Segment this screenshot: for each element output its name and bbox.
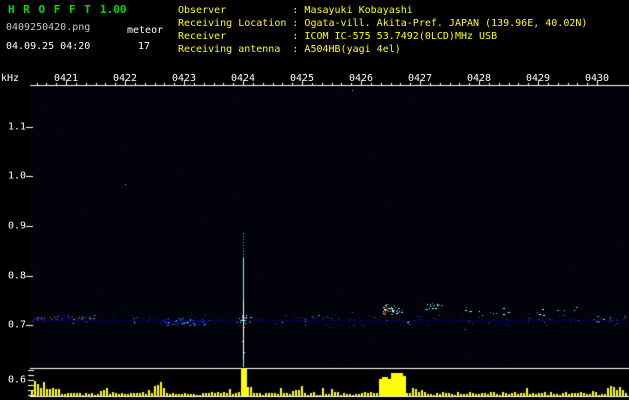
- spectrogram-canvas: [0, 0, 629, 400]
- echo-count: 17: [138, 41, 151, 52]
- time-tick-label: 0425: [289, 73, 315, 84]
- station-info-line: Receiving Location : Ogata-vill. Akita-P…: [178, 18, 588, 29]
- hrofft-output-image: H R O F F T 1.00 0409250420.png meteor 0…: [0, 0, 629, 400]
- station-info-block: Observer : Masayuki Kobayashi Receiving L…: [178, 4, 587, 56]
- time-tick-label: 0424: [230, 73, 256, 84]
- freq-tick-label: 0.6: [7, 374, 26, 386]
- time-tick-label: 0428: [466, 73, 492, 84]
- time-tick-label: 0430: [584, 73, 610, 84]
- freq-unit-label: kHz: [1, 73, 20, 84]
- time-tick-label: 0427: [407, 73, 433, 84]
- time-tick-label: 0422: [112, 73, 138, 84]
- time-tick-label: 0421: [53, 73, 79, 84]
- freq-tick-label: 1.1: [7, 121, 26, 133]
- mode-label: meteor: [127, 25, 164, 36]
- station-info-line: Receiving antenna : A504HB(yagi 4el): [178, 44, 401, 55]
- station-info-line: Receiver : ICOM IC-575 53.7492(0LCD)MHz …: [178, 31, 498, 42]
- app-title: H R O F F T: [8, 3, 92, 16]
- observation-datetime: 04.09.25 04:20: [6, 41, 91, 52]
- freq-tick-label: 0.7: [7, 319, 26, 331]
- app-version: 1.00: [100, 3, 127, 16]
- time-tick-label: 0423: [171, 73, 197, 84]
- station-info-line: Observer : Masayuki Kobayashi: [178, 5, 413, 16]
- time-tick-label: 0426: [348, 73, 374, 84]
- freq-tick-label: 0.9: [7, 220, 26, 232]
- output-filename: 0409250420.png: [6, 22, 91, 33]
- freq-tick-label: 0.8: [7, 270, 26, 282]
- freq-tick-label: 1.0: [7, 170, 26, 182]
- time-tick-label: 0429: [525, 73, 551, 84]
